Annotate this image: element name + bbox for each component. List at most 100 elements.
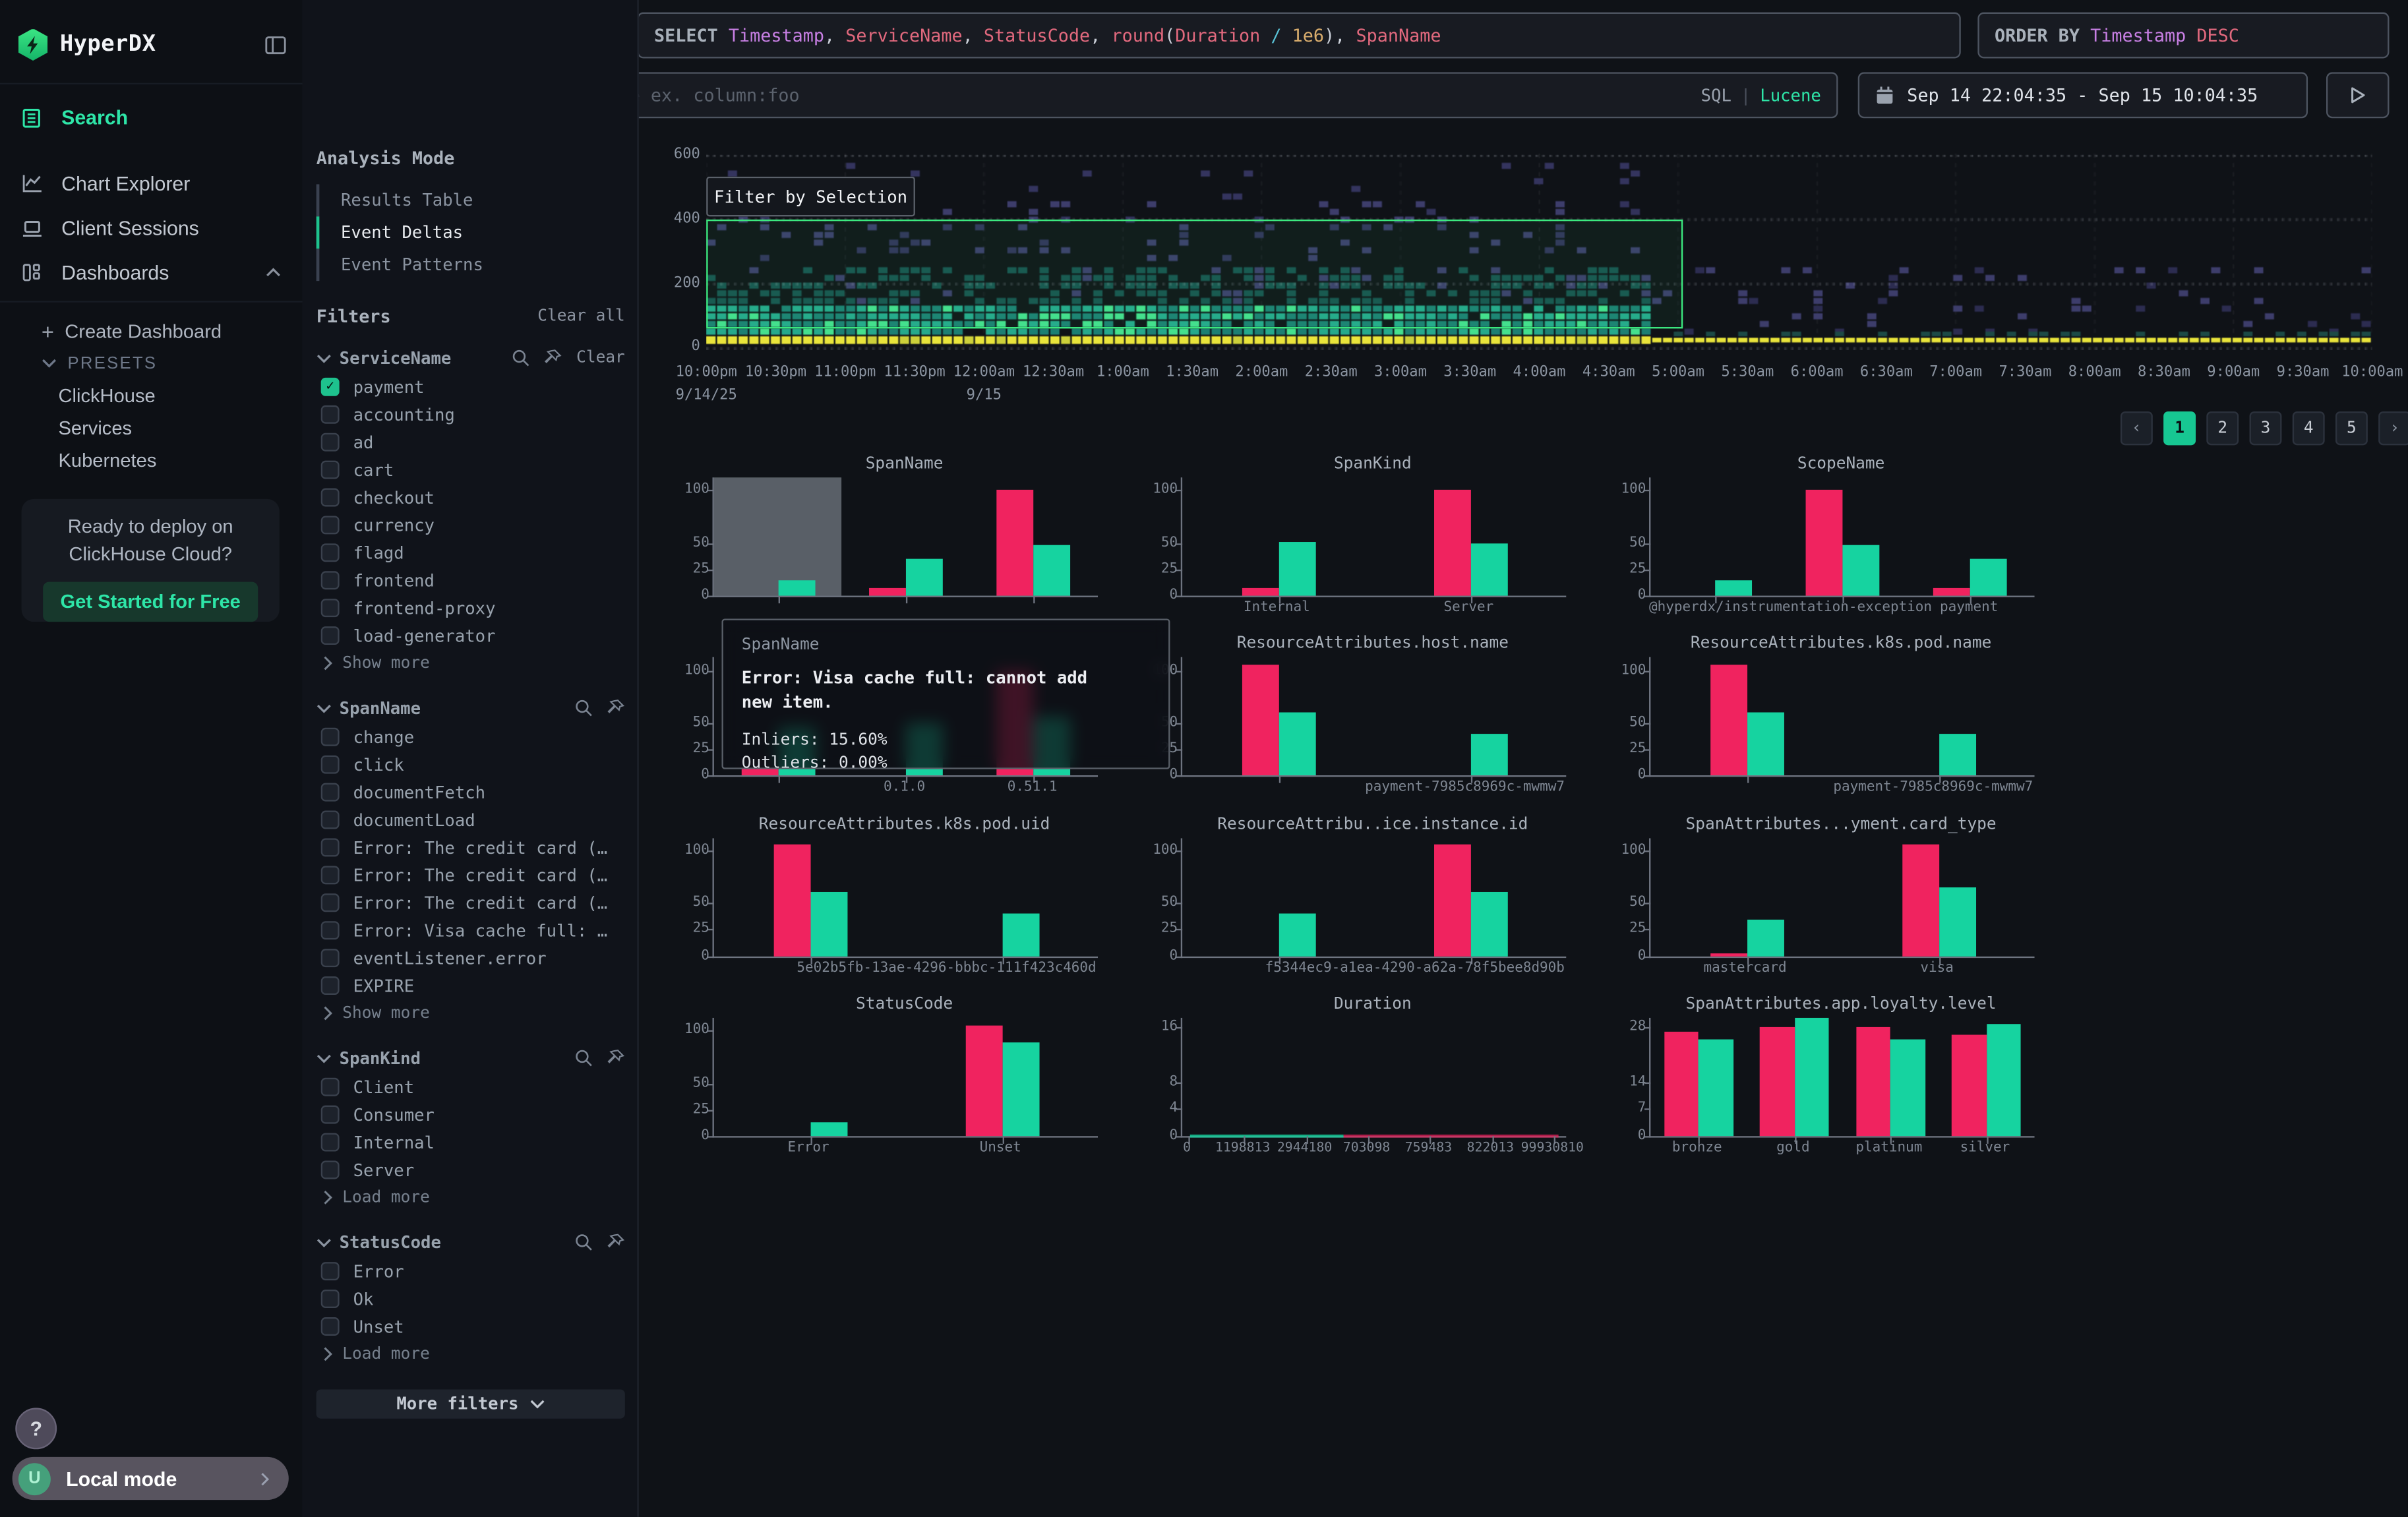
analysis-mode-event-deltas[interactable]: Event Deltas — [316, 216, 625, 249]
checkbox[interactable] — [321, 405, 340, 424]
show-more-button[interactable]: Load more — [316, 1340, 625, 1368]
sidebar-item-chart-explorer[interactable]: Chart Explorer — [0, 162, 303, 206]
filter-option[interactable]: currency — [316, 511, 625, 539]
page-button-1[interactable]: 1 — [2163, 411, 2196, 445]
pin-icon[interactable] — [607, 699, 625, 717]
mini-chart-StatusCode[interactable]: StatusCode10050250ErrorUnset — [676, 995, 1144, 1174]
filter-option[interactable]: frontend-proxy — [316, 594, 625, 622]
page-button-3[interactable]: 3 — [2250, 411, 2282, 445]
help-button[interactable]: ? — [15, 1408, 57, 1449]
filter-option[interactable]: Client — [316, 1073, 625, 1101]
run-query-button[interactable] — [2326, 72, 2389, 118]
page-button-5[interactable]: 5 — [2335, 411, 2368, 445]
pin-icon[interactable] — [607, 1233, 625, 1251]
mode-lucene[interactable]: Lucene — [1760, 85, 1821, 105]
mini-chart-ResourceAttributes.k8s.pod.name[interactable]: ResourceAttributes.k8s.pod.name10050250p… — [1612, 634, 2080, 814]
checkbox[interactable] — [321, 489, 340, 507]
filter-option[interactable]: load-generator — [316, 622, 625, 649]
checkbox[interactable] — [321, 1290, 340, 1308]
checkbox[interactable] — [321, 921, 340, 939]
checkbox[interactable] — [321, 838, 340, 856]
filter-option[interactable]: Internal — [316, 1129, 625, 1156]
chevron-down-icon[interactable] — [316, 702, 332, 713]
show-more-button[interactable]: Load more — [316, 1183, 625, 1211]
checkbox[interactable] — [321, 811, 340, 829]
mini-chart-SpanAttributes.app.loyalty.level[interactable]: SpanAttributes.app.loyalty.level281470br… — [1612, 995, 2080, 1174]
analysis-mode-results-table[interactable]: Results Table — [316, 184, 625, 216]
preset-item-clickhouse[interactable]: ClickHouse — [0, 379, 303, 411]
filter-option[interactable]: Unset — [316, 1313, 625, 1340]
clear-filter-button[interactable]: Clear — [576, 349, 625, 367]
filter-by-selection-button[interactable]: Filter by Selection — [706, 177, 915, 217]
page-prev-button[interactable]: ‹ — [2121, 411, 2153, 445]
filter-option[interactable]: Error: The credit card (… — [316, 833, 625, 861]
checkbox[interactable] — [321, 433, 340, 452]
preset-item-services[interactable]: Services — [0, 411, 303, 444]
pin-icon[interactable] — [544, 349, 562, 367]
mini-chart-ResourceAttribu..ice.instance.id[interactable]: ResourceAttribu..ice.instance.id10050250… — [1144, 815, 1612, 994]
sidebar-item-client-sessions[interactable]: Client Sessions — [0, 206, 303, 251]
checkbox[interactable] — [321, 599, 340, 617]
more-filters-button[interactable]: More filters — [316, 1389, 625, 1418]
mini-chart-SpanAttributes...yment.card_type[interactable]: SpanAttributes...yment.card_type10050250… — [1612, 815, 2080, 994]
presets-section[interactable]: PRESETS — [0, 347, 303, 379]
mini-chart-ResourceAttributes.host.name[interactable]: ResourceAttributes.host.name10050250paym… — [1144, 634, 1612, 814]
filter-option[interactable]: click — [316, 751, 625, 779]
mode-sql[interactable]: SQL — [1701, 85, 1731, 105]
filter-option[interactable]: ad — [316, 429, 625, 456]
filter-option[interactable]: checkout — [316, 484, 625, 512]
checkbox[interactable] — [321, 1317, 340, 1336]
pin-icon[interactable] — [607, 1049, 625, 1067]
filter-option[interactable]: ✓payment — [316, 373, 625, 401]
checkbox[interactable] — [321, 976, 340, 995]
filter-option[interactable]: Error: The credit card (… — [316, 861, 625, 889]
filter-option[interactable]: Error: Visa cache full: … — [316, 916, 625, 944]
search-icon[interactable] — [574, 1233, 593, 1251]
time-range-picker[interactable]: Sep 14 22:04:35 - Sep 15 10:04:35 — [1858, 72, 2308, 118]
checkbox[interactable] — [321, 1160, 340, 1179]
sidebar-collapse-icon[interactable] — [264, 33, 287, 56]
page-button-4[interactable]: 4 — [2293, 411, 2325, 445]
checkbox[interactable] — [321, 1133, 340, 1152]
checkbox[interactable] — [321, 461, 340, 479]
search-icon[interactable] — [574, 1049, 593, 1067]
filter-option[interactable]: Error: The credit card (… — [316, 889, 625, 916]
search-icon[interactable] — [574, 699, 593, 717]
mini-chart-ScopeName[interactable]: ScopeName10050250@hyperdx/instrumentatio… — [1612, 454, 2080, 634]
show-more-button[interactable]: Show more — [316, 999, 625, 1027]
order-by-input[interactable]: ORDER BY Timestamp DESC — [1977, 13, 2389, 59]
sidebar-item-dashboards[interactable]: Dashboards — [0, 251, 303, 295]
chevron-down-icon[interactable] — [316, 1237, 332, 1247]
preset-item-kubernetes[interactable]: Kubernetes — [0, 444, 303, 476]
checkbox[interactable] — [321, 626, 340, 645]
filter-option[interactable]: EXPIRE — [316, 972, 625, 999]
checkbox[interactable] — [321, 756, 340, 774]
checkbox[interactable] — [321, 783, 340, 802]
checkbox[interactable] — [321, 1262, 340, 1280]
checkbox[interactable] — [321, 893, 340, 912]
chevron-down-icon[interactable] — [316, 1052, 332, 1063]
mini-chart-SpanKind[interactable]: SpanKind10050250InternalServer — [1144, 454, 1612, 634]
sql-select-input[interactable]: SELECT Timestamp, ServiceName, StatusCod… — [637, 13, 1960, 59]
mini-chart-Duration[interactable]: Duration16840011988132944180703098759483… — [1144, 995, 1612, 1174]
chevron-down-icon[interactable] — [316, 352, 332, 363]
filter-option[interactable]: frontend — [316, 566, 625, 594]
checkbox[interactable] — [321, 1106, 340, 1124]
user-menu[interactable]: U Local mode — [13, 1457, 289, 1500]
filter-option[interactable]: documentFetch — [316, 779, 625, 806]
page-button-2[interactable]: 2 — [2206, 411, 2239, 445]
clear-all-button[interactable]: Clear all — [537, 307, 625, 326]
filter-option[interactable]: Error — [316, 1257, 625, 1285]
show-more-button[interactable]: Show more — [316, 649, 625, 677]
sidebar-item-search[interactable]: Search — [0, 95, 303, 140]
checkbox[interactable] — [321, 949, 340, 967]
mini-chart-SpanName[interactable]: SpanName10050250 — [676, 454, 1144, 634]
heatmap-selection-region[interactable] — [706, 220, 1683, 328]
filter-option[interactable]: Ok — [316, 1285, 625, 1313]
checkbox[interactable] — [321, 728, 340, 746]
mini-chart-ResourceAttributes.k8s.pod.uid[interactable]: ResourceAttributes.k8s.pod.uid100502505e… — [676, 815, 1144, 994]
filter-option[interactable]: accounting — [316, 401, 625, 429]
filter-option[interactable]: Server — [316, 1156, 625, 1184]
filter-option[interactable]: cart — [316, 456, 625, 484]
filter-option[interactable]: flagd — [316, 539, 625, 566]
